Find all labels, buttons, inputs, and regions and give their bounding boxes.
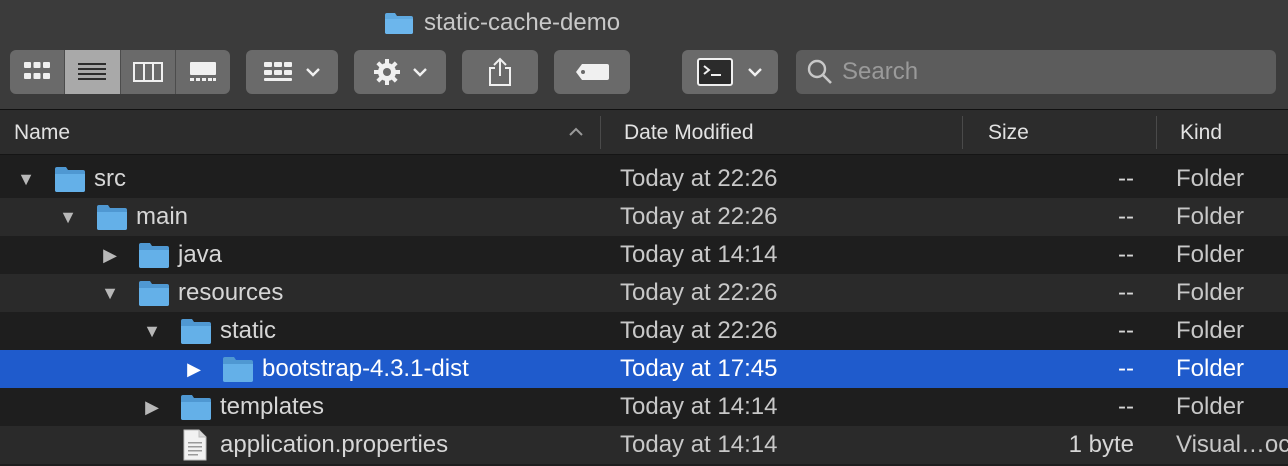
date-modified: Today at 14:14 bbox=[620, 241, 778, 268]
group-by-button[interactable] bbox=[246, 50, 338, 94]
gallery-view-button[interactable] bbox=[176, 50, 230, 94]
file-name: static bbox=[220, 317, 277, 344]
group-grid-icon bbox=[264, 62, 292, 81]
folder-icon bbox=[181, 319, 211, 344]
file-name: resources bbox=[178, 279, 284, 306]
file-name: main bbox=[136, 203, 189, 230]
gallery-icon bbox=[189, 62, 216, 81]
list-item[interactable]: application.properties Today at 14:14 1 … bbox=[0, 426, 1288, 464]
search-icon bbox=[807, 59, 832, 84]
column-header-kind-label: Kind bbox=[1180, 120, 1223, 144]
disclosure-collapsed-icon[interactable]: ▶ bbox=[142, 388, 162, 426]
list-item[interactable]: ▼ static Today at 22:26 -- Folder bbox=[0, 312, 1288, 350]
column-header-kind[interactable]: Kind bbox=[1180, 110, 1288, 155]
column-header-name-label: Name bbox=[14, 120, 71, 144]
file-name: templates bbox=[220, 393, 325, 420]
file-kind: Folder bbox=[1176, 241, 1245, 268]
disclosure-expanded-icon[interactable]: ▼ bbox=[58, 198, 78, 236]
folder-icon bbox=[385, 13, 413, 34]
chevron-down-icon bbox=[748, 68, 762, 77]
list-item[interactable]: ▶ java Today at 14:14 -- Folder bbox=[0, 236, 1288, 274]
file-kind: Folder bbox=[1176, 203, 1245, 230]
file-kind: Folder bbox=[1176, 393, 1245, 420]
sort-ascending-icon[interactable] bbox=[568, 126, 584, 138]
folder-icon bbox=[139, 243, 169, 268]
disclosure-collapsed-icon[interactable]: ▶ bbox=[184, 350, 204, 388]
file-kind: Folder bbox=[1176, 165, 1245, 192]
folder-icon bbox=[97, 205, 127, 230]
file-list: ▼ src Today at 22:26 -- Folder ▼ main To… bbox=[0, 160, 1288, 464]
file-kind: Folder bbox=[1176, 355, 1245, 382]
document-icon bbox=[183, 429, 207, 461]
file-name: java bbox=[178, 241, 223, 268]
file-size: -- bbox=[1118, 279, 1134, 306]
list-item[interactable]: ▼ main Today at 22:26 -- Folder bbox=[0, 198, 1288, 236]
action-menu-button[interactable] bbox=[354, 50, 446, 94]
share-icon bbox=[489, 57, 511, 86]
date-modified: Today at 17:45 bbox=[620, 355, 778, 382]
share-button[interactable] bbox=[462, 50, 538, 94]
column-headers: Name Date Modified Size Kind bbox=[0, 110, 1288, 155]
file-name: src bbox=[94, 165, 126, 192]
disclosure-collapsed-icon[interactable]: ▶ bbox=[100, 236, 120, 274]
list-item[interactable]: ▼ resources Today at 22:26 -- Folder bbox=[0, 274, 1288, 312]
file-size: -- bbox=[1118, 241, 1134, 268]
date-modified: Today at 22:26 bbox=[620, 165, 778, 192]
column-view-button[interactable] bbox=[121, 50, 176, 94]
column-header-size-label: Size bbox=[988, 120, 1029, 144]
columns-icon bbox=[132, 62, 163, 82]
open-terminal-button[interactable] bbox=[682, 50, 778, 94]
folder-icon bbox=[139, 281, 169, 306]
toolbar: static-cache-demo bbox=[0, 0, 1288, 110]
file-kind: Folder bbox=[1176, 279, 1245, 306]
disclosure-expanded-icon[interactable]: ▼ bbox=[142, 312, 162, 350]
column-header-date-label: Date Modified bbox=[624, 120, 754, 144]
list-icon bbox=[78, 63, 107, 80]
finder-window: static-cache-demo Search Name Date Modif… bbox=[0, 0, 1288, 466]
file-size: 1 byte bbox=[1068, 431, 1134, 458]
file-kind: Visual…oc bbox=[1176, 431, 1288, 458]
column-header-name[interactable]: Name bbox=[14, 110, 574, 155]
date-modified: Today at 22:26 bbox=[620, 279, 778, 306]
disclosure-expanded-icon[interactable]: ▼ bbox=[100, 274, 120, 312]
column-header-size[interactable]: Size bbox=[988, 110, 1148, 155]
window-title-text: static-cache-demo bbox=[424, 9, 621, 36]
file-name: application.properties bbox=[220, 431, 449, 458]
file-name: bootstrap-4.3.1-dist bbox=[262, 355, 469, 382]
column-divider[interactable] bbox=[962, 116, 963, 149]
file-size: -- bbox=[1118, 355, 1134, 382]
column-divider[interactable] bbox=[600, 116, 601, 149]
terminal-icon bbox=[697, 58, 733, 86]
view-mode-control bbox=[10, 50, 230, 94]
file-size: -- bbox=[1118, 165, 1134, 192]
chevron-down-icon bbox=[306, 68, 320, 77]
file-size: -- bbox=[1118, 393, 1134, 420]
file-kind: Folder bbox=[1176, 317, 1245, 344]
folder-icon bbox=[223, 357, 253, 382]
file-size: -- bbox=[1118, 317, 1134, 344]
tag-icon bbox=[576, 64, 609, 80]
folder-icon bbox=[181, 395, 211, 420]
tags-button[interactable] bbox=[554, 50, 630, 94]
chevron-down-icon bbox=[413, 68, 427, 77]
date-modified: Today at 22:26 bbox=[620, 317, 778, 344]
icon-view-button[interactable] bbox=[10, 50, 66, 94]
list-view-button[interactable] bbox=[65, 50, 121, 94]
search-field[interactable] bbox=[796, 50, 1276, 94]
list-item[interactable]: ▶ templates Today at 14:14 -- Folder bbox=[0, 388, 1288, 426]
list-item[interactable]: ▼ src Today at 22:26 -- Folder bbox=[0, 160, 1288, 198]
list-item-selected[interactable]: ▶ bootstrap-4.3.1-dist Today at 17:45 --… bbox=[0, 350, 1288, 388]
gear-icon bbox=[374, 59, 400, 85]
column-header-date[interactable]: Date Modified bbox=[624, 110, 954, 155]
date-modified: Today at 14:14 bbox=[620, 431, 778, 458]
folder-icon bbox=[55, 167, 85, 192]
disclosure-expanded-icon[interactable]: ▼ bbox=[16, 160, 36, 198]
date-modified: Today at 14:14 bbox=[620, 393, 778, 420]
window-title: static-cache-demo bbox=[384, 8, 620, 38]
grid-icon bbox=[24, 62, 51, 79]
search-input[interactable] bbox=[842, 58, 1262, 86]
date-modified: Today at 22:26 bbox=[620, 203, 778, 230]
file-size: -- bbox=[1118, 203, 1134, 230]
column-divider[interactable] bbox=[1156, 116, 1157, 149]
